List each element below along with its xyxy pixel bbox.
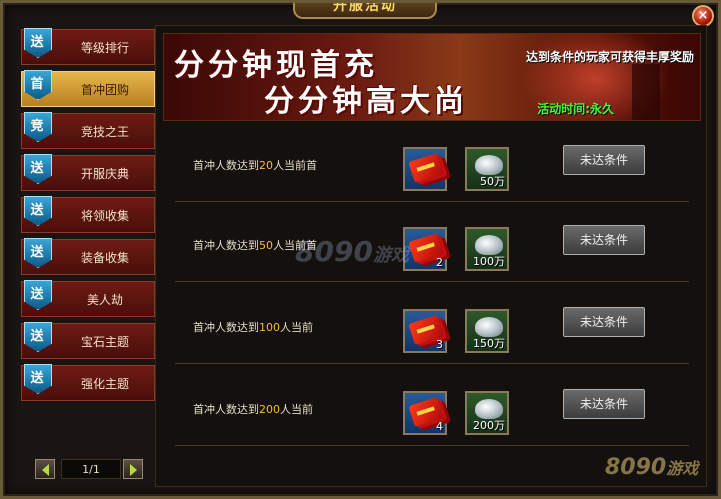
arrow-left-icon	[41, 464, 49, 476]
red-packet-item[interactable]: 3	[403, 309, 447, 353]
sidebar-item-equipment-collection[interactable]: 送 装备收集	[21, 238, 155, 275]
sidebar-item-general-collection[interactable]: 送 将领收集	[21, 196, 155, 233]
silver-item[interactable]: 200万	[465, 391, 509, 435]
badge-icon: 送	[24, 196, 52, 230]
silver-count: 150万	[473, 337, 505, 350]
silver-count: 100万	[473, 255, 505, 268]
badge-icon: 送	[24, 28, 52, 62]
claim-button[interactable]: 未达条件	[563, 307, 645, 337]
sidebar-item-label: 竞技之王	[80, 125, 129, 139]
badge-icon: 送	[24, 322, 52, 356]
silver-icon	[475, 317, 503, 337]
arrow-right-icon	[129, 464, 137, 476]
badge-icon: 送	[24, 238, 52, 272]
close-icon[interactable]: ×	[692, 5, 714, 27]
sidebar-item-first-charge-group[interactable]: 首 首冲团购	[21, 70, 155, 107]
condition-text: 首冲人数达到200人当前	[193, 403, 313, 416]
pager: 1/1	[35, 459, 145, 481]
banner-subtitle: 达到条件的玩家可获得丰厚奖励	[525, 50, 694, 64]
silver-count: 200万	[473, 419, 505, 432]
watermark-logo: 8090游戏	[295, 235, 409, 268]
sidebar-item-label: 强化主题	[80, 377, 129, 391]
next-page-button[interactable]	[123, 459, 143, 479]
window-title: 开服活动	[293, 3, 437, 19]
red-packet-count: 4	[436, 420, 443, 433]
sidebar-item-label: 等级排行	[80, 41, 129, 55]
sidebar-item-gem-theme[interactable]: 送 宝石主题	[21, 322, 155, 359]
red-packet-item[interactable]	[403, 147, 447, 191]
sidebar-item-server-celebration[interactable]: 送 开服庆典	[21, 154, 155, 191]
red-packet-item[interactable]: 4	[403, 391, 447, 435]
sidebar-item-label: 开服庆典	[80, 167, 129, 181]
activity-time: 活动时间:永久	[537, 102, 614, 116]
silver-item[interactable]: 150万	[465, 309, 509, 353]
silver-icon	[475, 235, 503, 255]
sidebar: 送 等级排行 首 首冲团购 竞 竞技之王 送 开服庆典 送 将领收集 送 装备收…	[17, 28, 155, 488]
red-packet-count: 2	[436, 256, 443, 269]
sidebar-item-enhance-theme[interactable]: 送 强化主题	[21, 364, 155, 401]
silver-count: 50万	[480, 175, 505, 188]
page-indicator: 1/1	[61, 459, 121, 479]
sidebar-item-beauty[interactable]: 送 美人劫	[21, 280, 155, 317]
sidebar-item-label: 装备收集	[80, 251, 129, 265]
tower-silhouette	[632, 64, 660, 120]
silver-item[interactable]: 100万	[465, 227, 509, 271]
reward-row: 首冲人数达到100人当前 3 150万 未达条件	[175, 299, 689, 364]
red-packet-count: 3	[436, 338, 443, 351]
badge-icon: 送	[24, 280, 52, 314]
badge-icon: 送	[24, 154, 52, 188]
sidebar-item-label: 首冲团购	[80, 83, 129, 97]
claim-button[interactable]: 未达条件	[563, 389, 645, 419]
reward-row: 首冲人数达到200人当前 4 200万 未达条件	[175, 381, 689, 446]
condition-text: 首冲人数达到20人当前首	[193, 159, 317, 172]
sidebar-item-label: 宝石主题	[80, 335, 129, 349]
red-packet-item[interactable]: 2	[403, 227, 447, 271]
badge-icon: 首	[24, 70, 52, 104]
sidebar-item-level-ranking[interactable]: 送 等级排行	[21, 28, 155, 65]
silver-icon	[475, 155, 503, 175]
activity-banner: 分分钟现首充 分分钟高大尚 达到条件的玩家可获得丰厚奖励 活动时间:永久	[163, 33, 701, 121]
badge-icon: 竞	[24, 112, 52, 146]
sidebar-item-arena-king[interactable]: 竞 竞技之王	[21, 112, 155, 149]
sidebar-item-label: 美人劫	[86, 293, 123, 307]
silver-icon	[475, 399, 503, 419]
claim-button[interactable]: 未达条件	[563, 145, 645, 175]
red-packet-icon	[408, 152, 444, 184]
condition-text: 首冲人数达到100人当前	[193, 321, 313, 334]
banner-headline-2: 分分钟高大尚	[264, 84, 468, 119]
reward-row: 首冲人数达到50人当前首 2 100万 未达条件	[175, 217, 689, 282]
activity-window: 开服活动 × 送 等级排行 首 首冲团购 竞 竞技之王 送 开服庆典 送 将领收…	[0, 0, 721, 499]
sidebar-item-label: 将领收集	[80, 209, 129, 223]
claim-button[interactable]: 未达条件	[563, 225, 645, 255]
badge-icon: 送	[24, 364, 52, 398]
watermark-logo-corner: 8090游戏	[605, 455, 699, 480]
silver-item[interactable]: 50万	[465, 147, 509, 191]
reward-row: 首冲人数达到20人当前首 50万 未达条件	[175, 137, 689, 202]
prev-page-button[interactable]	[35, 459, 55, 479]
